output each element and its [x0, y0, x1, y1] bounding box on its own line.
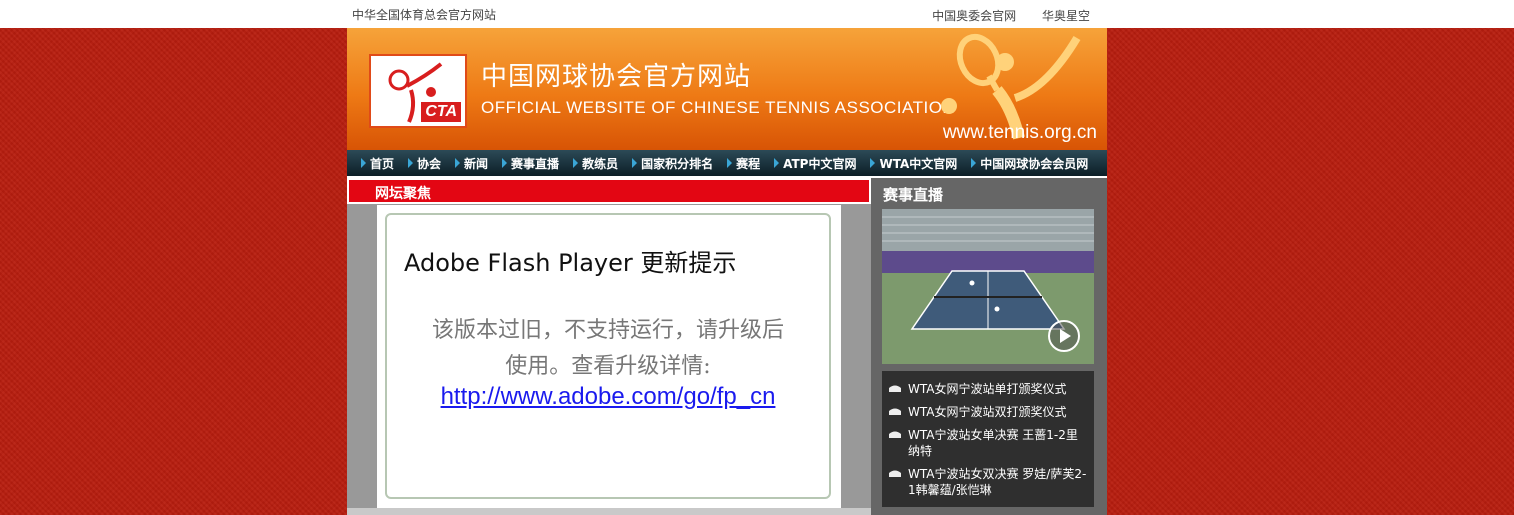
top-link-olympic-committee[interactable]: 中国奥委会官网 [932, 9, 1016, 23]
nav-item-association[interactable]: 协会 [408, 155, 441, 172]
flash-notice-title: Adobe Flash Player 更新提示 [404, 249, 737, 277]
list-item-label: WTA女网宁波站双打颁奖仪式 [908, 405, 1067, 419]
nav-item-label: 教练员 [582, 156, 619, 171]
nav-item-label: 国家积分排名 [641, 156, 714, 171]
nav-item-live[interactable]: 赛事直播 [502, 155, 559, 172]
video-camera-icon [889, 431, 901, 438]
video-camera-icon [889, 385, 901, 392]
nav-item-atp[interactable]: ATP中文官网 [774, 155, 856, 172]
top-bar-site-name: 中华全国体育总会官方网站 [352, 8, 497, 22]
flash-update-notice: Adobe Flash Player 更新提示 该版本过旧，不支持运行，请升级后… [385, 213, 831, 499]
nav-arrow-icon [408, 158, 414, 168]
nav-arrow-icon [573, 158, 579, 168]
flash-message-line-2: 使用。查看升级详情: [505, 354, 711, 379]
top-bar: 中华全国体育总会官方网站 中国奥委会官网 华奥星空 [0, 0, 1514, 28]
flash-upgrade-link[interactable]: http://www.adobe.com/go/fp_cn [387, 383, 829, 411]
section-header: 网坛聚焦 [347, 178, 871, 204]
nav-arrow-icon [727, 158, 733, 168]
flash-message-line-1: 该版本过旧，不支持运行，请升级后 [431, 318, 784, 343]
nav-item-news[interactable]: 新闻 [455, 155, 488, 172]
nav-item-label: 首页 [370, 156, 395, 171]
site-banner: CTA 中国网球协会官方网站 OFFICIAL WEBSITE OF CHINE… [347, 28, 1107, 150]
flash-notice-message: 该版本过旧，不支持运行，请升级后 使用。查看升级详情: [387, 313, 829, 385]
list-item[interactable]: WTA女网宁波站双打颁奖仪式 [888, 404, 1088, 420]
nav-item-label: 中国网球协会会员网 [980, 156, 1089, 171]
play-icon[interactable] [1048, 320, 1080, 352]
list-item-label: WTA女网宁波站单打颁奖仪式 [908, 382, 1067, 396]
nav-arrow-icon [870, 158, 876, 168]
nav-item-home[interactable]: 首页 [361, 155, 394, 172]
nav-item-label: ATP中文官网 [783, 156, 857, 171]
list-item-label: WTA宁波站女双决赛 罗娃/萨芙2-1韩馨蕴/张恺琳 [908, 467, 1087, 497]
live-list: WTA女网宁波站单打颁奖仪式 WTA女网宁波站双打颁奖仪式 WTA宁波站女单决赛… [882, 371, 1094, 507]
nav-item-wta[interactable]: WTA中文官网 [870, 155, 957, 172]
list-item[interactable]: WTA宁波站女双决赛 罗娃/萨芙2-1韩馨蕴/张恺琳 [888, 466, 1088, 498]
news-focus-panel: 网坛聚焦 Adobe Flash Player 更新提示 该版本过旧，不支持运行… [347, 178, 871, 515]
nav-arrow-icon [632, 158, 638, 168]
nav-arrow-icon [971, 158, 977, 168]
cta-logo[interactable]: CTA [369, 54, 467, 128]
site-title-cn: 中国网球协会官方网站 [481, 62, 752, 92]
section-title: 网坛聚焦 [375, 186, 431, 202]
list-item-label: WTA宁波站女单决赛 王蔷1-2里纳特 [908, 428, 1078, 458]
live-video-thumbnail[interactable] [882, 209, 1094, 364]
nav-arrow-icon [361, 158, 366, 168]
nav-item-label: WTA中文官网 [879, 156, 958, 171]
nav-arrow-icon [502, 158, 508, 168]
nav-item-schedule[interactable]: 赛程 [727, 155, 760, 172]
nav-item-label: 协会 [417, 156, 442, 171]
video-camera-icon [889, 408, 901, 415]
nav-item-rankings[interactable]: 国家积分排名 [632, 155, 713, 172]
nav-arrow-icon [455, 158, 461, 168]
nav-item-label: 赛程 [736, 156, 761, 171]
top-bar-links: 中国奥委会官网 华奥星空 [910, 7, 1090, 24]
cta-logo-text: CTA [421, 102, 461, 122]
flash-content-area: Adobe Flash Player 更新提示 该版本过旧，不支持运行，请升级后… [377, 205, 841, 508]
live-sidebar: 赛事直播 WTA女网宁波站单打颁奖仪式 WTA女网宁波站双打颁奖仪式 WTA宁波… [871, 178, 1107, 515]
main-nav: 首页 协会 新闻 赛事直播 教练员 国家积分排名 赛程 ATP中文官网 WTA中… [347, 150, 1107, 176]
nav-item-label: 赛事直播 [511, 156, 560, 171]
video-camera-icon [889, 470, 901, 477]
nav-item-label: 新闻 [464, 156, 489, 171]
sidebar-title: 赛事直播 [883, 186, 944, 204]
site-url: www.tennis.org.cn [942, 122, 1097, 143]
top-link-huaao[interactable]: 华奥星空 [1042, 9, 1090, 23]
nav-item-members[interactable]: 中国网球协会会员网 [971, 155, 1088, 172]
nav-arrow-icon [774, 158, 780, 168]
panel-bottom-strip [347, 508, 871, 515]
nav-item-coaches[interactable]: 教练员 [573, 155, 618, 172]
site-title-en: OFFICIAL WEBSITE OF CHINESE TENNIS ASSOC… [481, 98, 956, 117]
list-item[interactable]: WTA宁波站女单决赛 王蔷1-2里纳特 [888, 427, 1088, 459]
list-item[interactable]: WTA女网宁波站单打颁奖仪式 [888, 381, 1088, 397]
page-container: CTA 中国网球协会官方网站 OFFICIAL WEBSITE OF CHINE… [347, 28, 1107, 515]
